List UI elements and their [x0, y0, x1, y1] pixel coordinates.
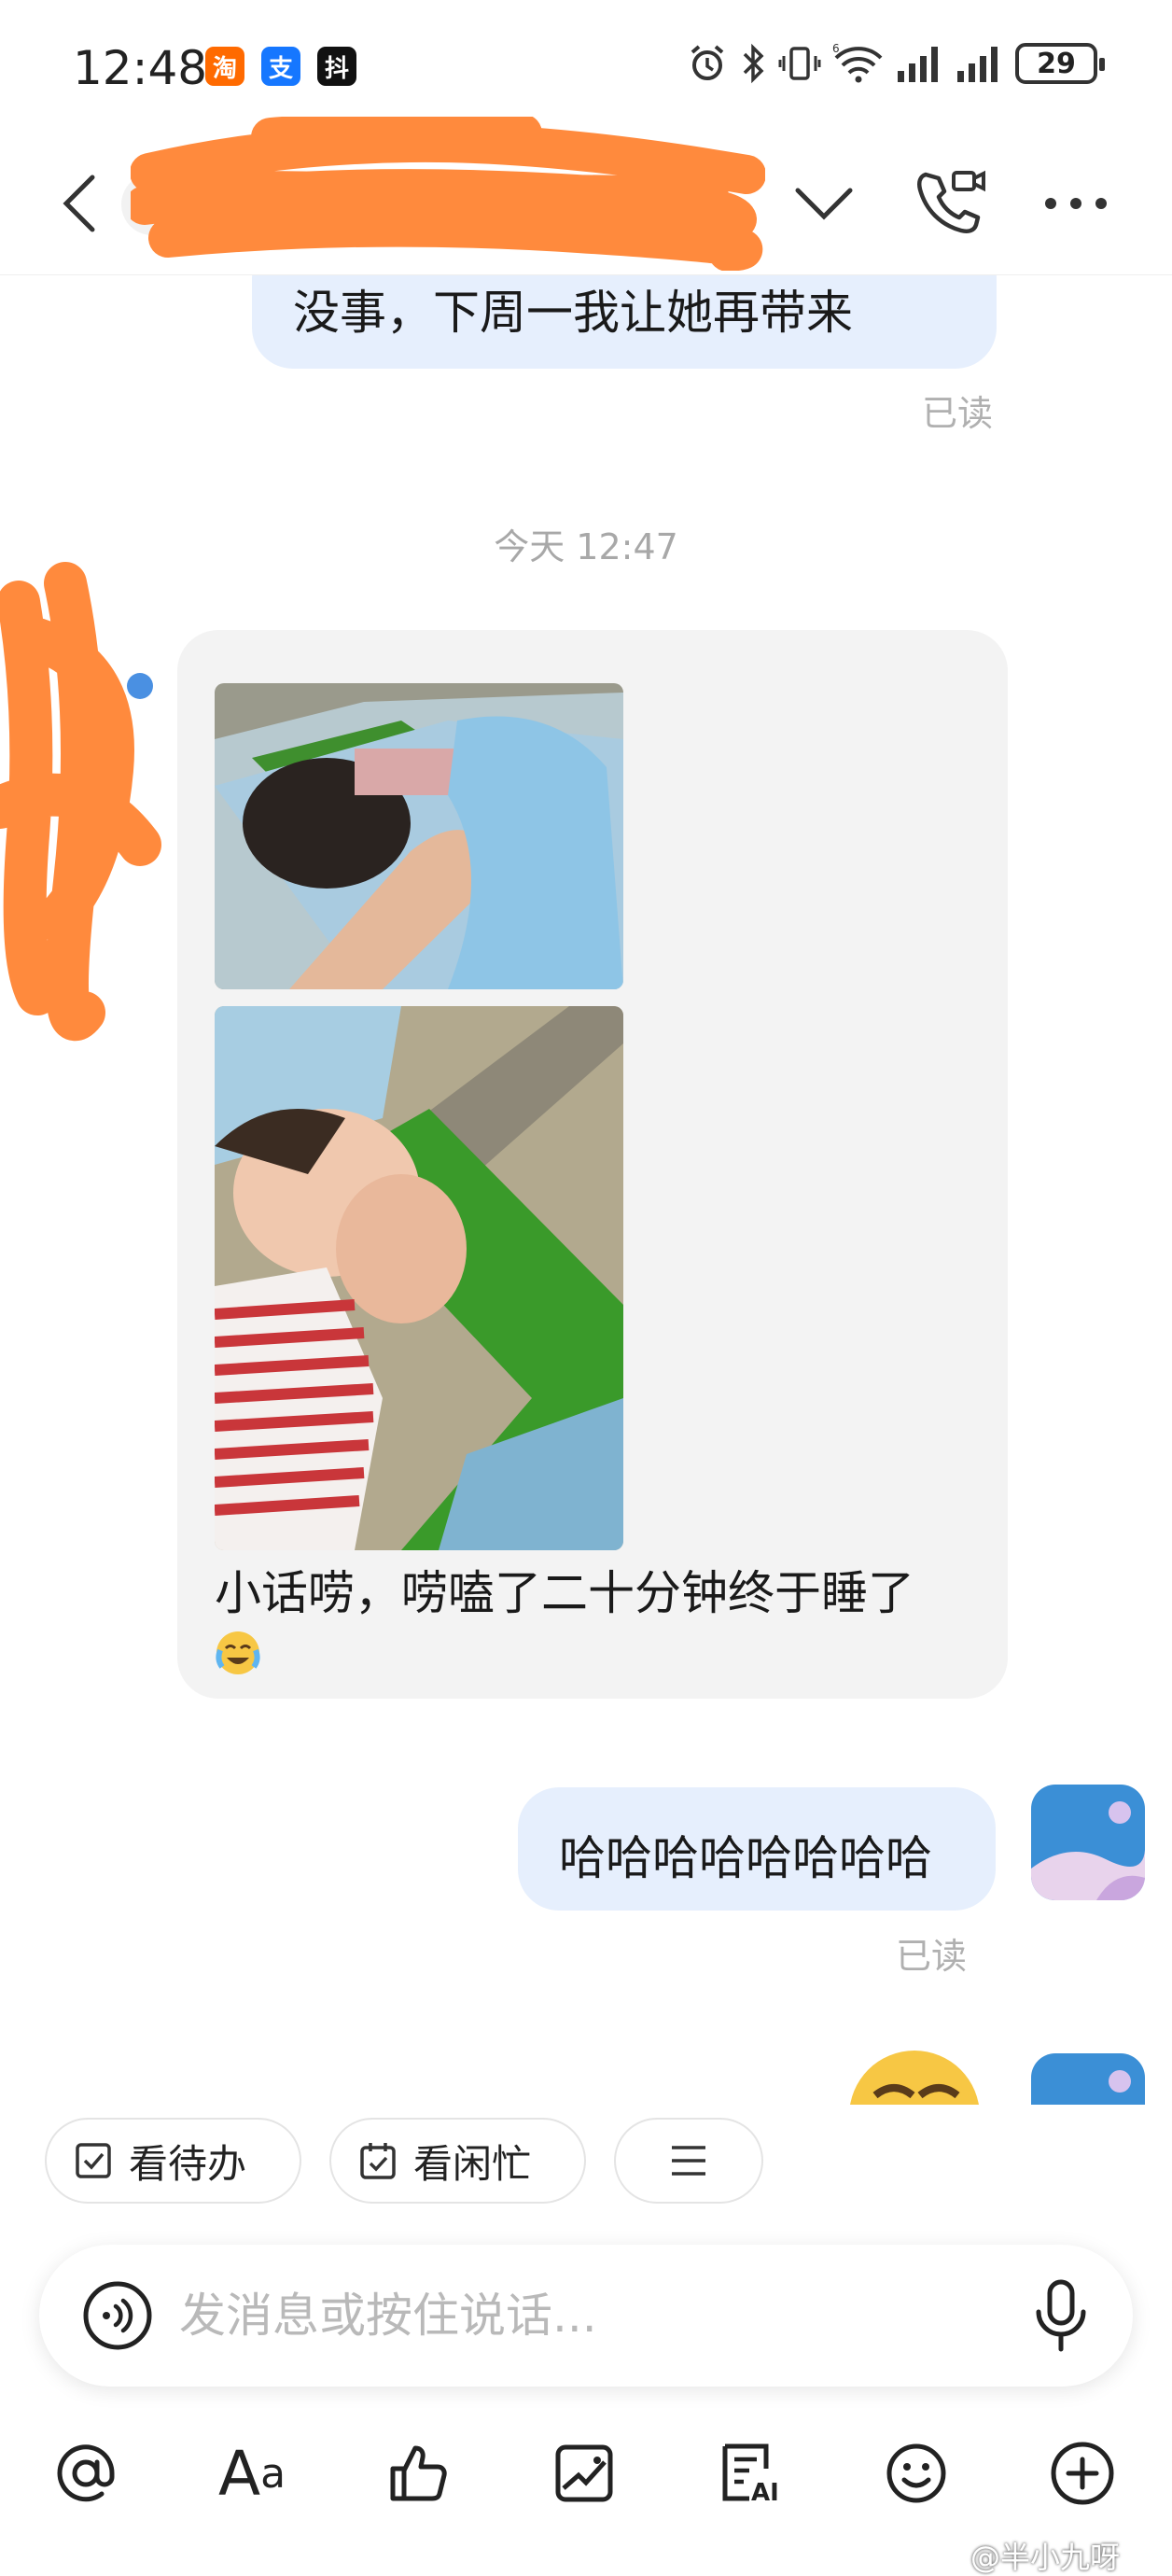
calendar-check-icon	[360, 2143, 396, 2179]
mention-button[interactable]	[39, 2427, 133, 2520]
svg-text:6: 6	[832, 43, 840, 55]
outgoing-message[interactable]: 哈哈哈哈哈哈哈哈	[518, 1787, 996, 1911]
message-composer	[39, 2245, 1133, 2387]
incoming-message[interactable]: 小话唠，唠嗑了二十分钟终于睡了	[177, 630, 1008, 1699]
quick-actions: 看待办 看闲忙	[0, 2105, 1172, 2207]
microphone-icon[interactable]	[1024, 2276, 1098, 2355]
signal-icon-2	[957, 47, 998, 82]
image-button[interactable]	[537, 2427, 631, 2520]
photo-image	[215, 683, 623, 989]
chevron-left-icon	[63, 175, 95, 232]
chevron-down-icon	[795, 188, 853, 220]
incoming-message-content: 小话唠，唠嗑了二十分钟终于睡了	[215, 1566, 914, 1620]
watermark: @半小九呀	[970, 2540, 1121, 2575]
more-button[interactable]	[1036, 166, 1116, 241]
text-format-icon-small: a	[260, 2449, 286, 2498]
text-format-button[interactable]: Aa	[205, 2427, 299, 2520]
view-todo-button[interactable]: 看待办	[45, 2118, 301, 2204]
like-button[interactable]	[371, 2427, 465, 2520]
view-todo-label: 看待办	[129, 2140, 247, 2187]
voice-input-icon[interactable]	[80, 2278, 155, 2353]
vibrate-icon	[778, 47, 821, 80]
crying-laughing-emoji-icon	[216, 1631, 260, 1674]
view-availability-label: 看闲忙	[413, 2140, 532, 2187]
svg-text:AI: AI	[751, 2479, 779, 2504]
back-button[interactable]	[47, 166, 112, 241]
signal-icon-1	[898, 47, 938, 82]
text-format-icon: A	[217, 2437, 261, 2510]
status-icons: 6 29	[687, 43, 1105, 84]
thumbs-up-icon	[390, 2445, 447, 2501]
bluetooth-icon	[743, 43, 764, 84]
message-timestamp: 今天 12:47	[494, 526, 678, 567]
avatar[interactable]	[1031, 2053, 1145, 2105]
incoming-message-text: 小话唠，唠嗑了二十分钟终于睡了	[215, 1563, 980, 1683]
crying-laughing-emoji-icon	[850, 2051, 979, 2105]
phone-video-icon	[917, 170, 985, 233]
redaction-scribble	[131, 117, 765, 271]
add-button[interactable]	[1036, 2427, 1129, 2520]
more-actions-button[interactable]	[614, 2118, 763, 2204]
outgoing-message[interactable]: 没事，下周一我让她再带来	[252, 275, 997, 369]
status-bar: 12:48 淘 支 抖 6 29	[0, 0, 1172, 131]
smile-icon	[886, 2443, 946, 2503]
douyin-app-icon: 抖	[317, 47, 356, 86]
battery-indicator: 29	[1015, 43, 1105, 84]
checkbox-icon	[76, 2143, 111, 2178]
photo-child-1[interactable]	[215, 683, 623, 989]
ai-document-icon: AI	[722, 2443, 779, 2504]
image-icon	[555, 2444, 613, 2502]
emoji-button[interactable]	[870, 2427, 963, 2520]
view-availability-button[interactable]: 看闲忙	[329, 2118, 586, 2204]
message-list[interactable]: 没事，下周一我让她再带来 已读 今天 12:47 小话唠，唠嗑了二十分钟终于睡了…	[0, 275, 1172, 2105]
message-input[interactable]	[179, 2282, 972, 2349]
avatar-image	[1031, 2053, 1145, 2105]
read-status: 已读	[922, 393, 994, 434]
alipay-app-icon: 支	[261, 47, 300, 86]
expand-button[interactable]	[788, 166, 859, 241]
status-time: 12:48	[73, 41, 208, 95]
ai-writing-button[interactable]: AI	[704, 2427, 797, 2520]
at-sign-icon	[57, 2444, 115, 2502]
avatar-image	[1031, 1785, 1145, 1900]
call-button[interactable]	[910, 162, 990, 243]
photo-child-2[interactable]	[215, 1006, 623, 1550]
alarm-icon	[691, 45, 724, 80]
more-horizontal-icon	[1045, 198, 1107, 209]
redaction-scribble-avatar	[0, 562, 161, 1042]
read-status: 已读	[896, 1936, 968, 1977]
taobao-app-icon: 淘	[205, 47, 244, 86]
plus-circle-icon	[1051, 2442, 1114, 2505]
wifi-icon: 6	[832, 43, 883, 83]
photo-image	[215, 1006, 623, 1550]
avatar[interactable]	[1031, 1785, 1145, 1900]
bottom-toolbar: Aa AI	[0, 2427, 1172, 2529]
menu-icon	[672, 2146, 705, 2176]
